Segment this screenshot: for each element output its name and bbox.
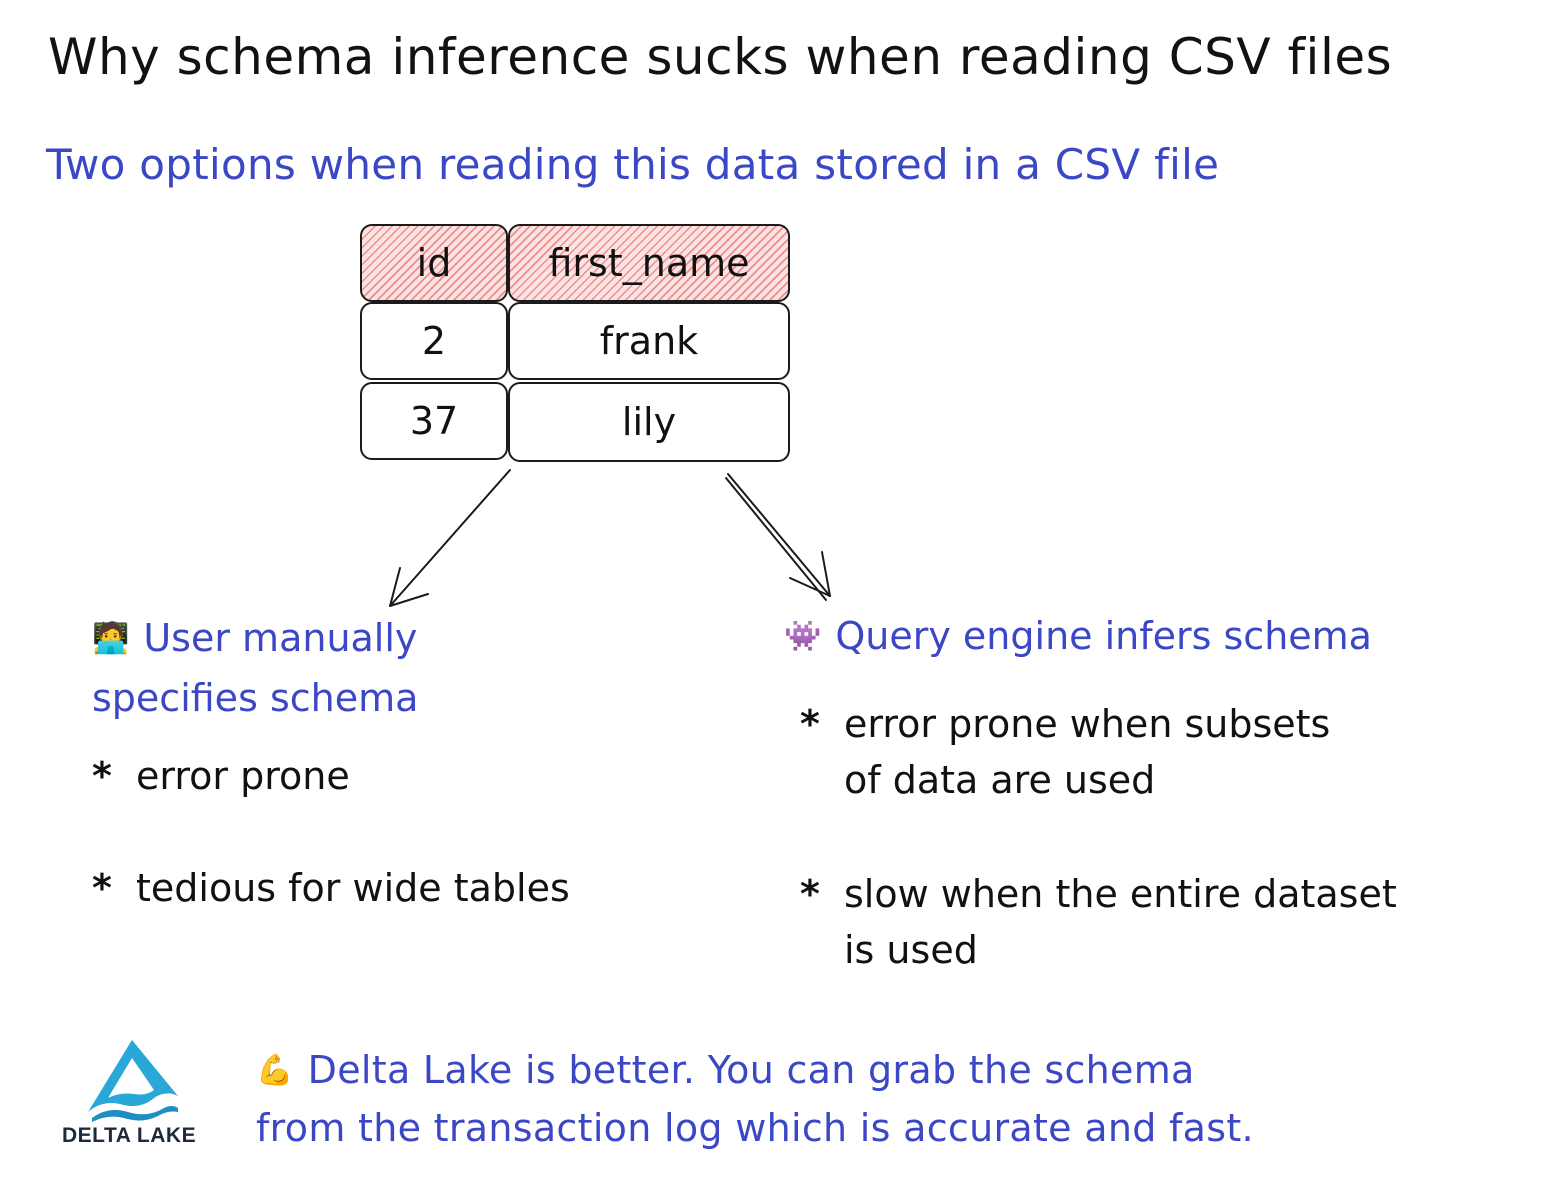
- alien-monster-icon: 👾: [784, 619, 822, 654]
- bullet-marker: *: [92, 754, 112, 798]
- right-bullet-2-line2: is used: [844, 928, 978, 972]
- bullet-marker: *: [800, 872, 820, 916]
- left-bullet-2: * tedious for wide tables: [92, 860, 570, 916]
- bullet-marker: *: [92, 866, 112, 910]
- footer-line-1: 💪 Delta Lake is better. You can grab the …: [256, 1048, 1195, 1092]
- left-option-heading-line1: 🧑‍💻 User manually: [92, 616, 417, 660]
- right-bullet-1-line2: of data are used: [844, 758, 1156, 802]
- left-bullet-2-text: tedious for wide tables: [136, 866, 570, 910]
- left-bullet-1-text: error prone: [136, 754, 350, 798]
- left-option-heading-line2: specifies schema: [92, 676, 419, 720]
- table-cell-row1-id: 2: [360, 302, 508, 380]
- right-bullet-2-line1: slow when the entire dataset: [844, 872, 1397, 916]
- technologist-icon: 🧑‍💻: [92, 621, 130, 656]
- footer-line-2: from the transaction log which is accura…: [256, 1106, 1254, 1150]
- bullet-marker: *: [800, 702, 820, 746]
- right-bullet-1-line1: error prone when subsets: [844, 702, 1331, 746]
- flexed-biceps-icon: 💪: [256, 1053, 294, 1088]
- left-arrow: [389, 469, 511, 607]
- subtitle: Two options when reading this data store…: [46, 140, 1220, 189]
- right-arrow: [725, 473, 831, 601]
- table-cell-row2-first-name: lily: [508, 382, 790, 462]
- delta-lake-logo-icon: [88, 1040, 178, 1122]
- left-option-heading-text: User manually: [143, 616, 418, 660]
- right-bullet-1: * error prone when subsets of data are us…: [800, 696, 1330, 808]
- delta-lake-logo-text: DELTA LAKE: [62, 1124, 197, 1147]
- footer-line-1-text: Delta Lake is better. You can grab the s…: [307, 1048, 1195, 1092]
- table-header-id: id: [360, 224, 508, 302]
- page-title: Why schema inference sucks when reading …: [48, 28, 1393, 86]
- table-cell-row2-id: 37: [360, 382, 508, 460]
- table-header-first-name: first_name: [508, 224, 790, 302]
- left-bullet-1: * error prone: [92, 748, 350, 804]
- right-option-heading: 👾 Query engine infers schema: [784, 614, 1372, 658]
- right-option-heading-text: Query engine infers schema: [835, 614, 1372, 658]
- table-cell-row1-first-name: frank: [508, 302, 790, 380]
- right-bullet-2: * slow when the entire dataset is used: [800, 866, 1397, 978]
